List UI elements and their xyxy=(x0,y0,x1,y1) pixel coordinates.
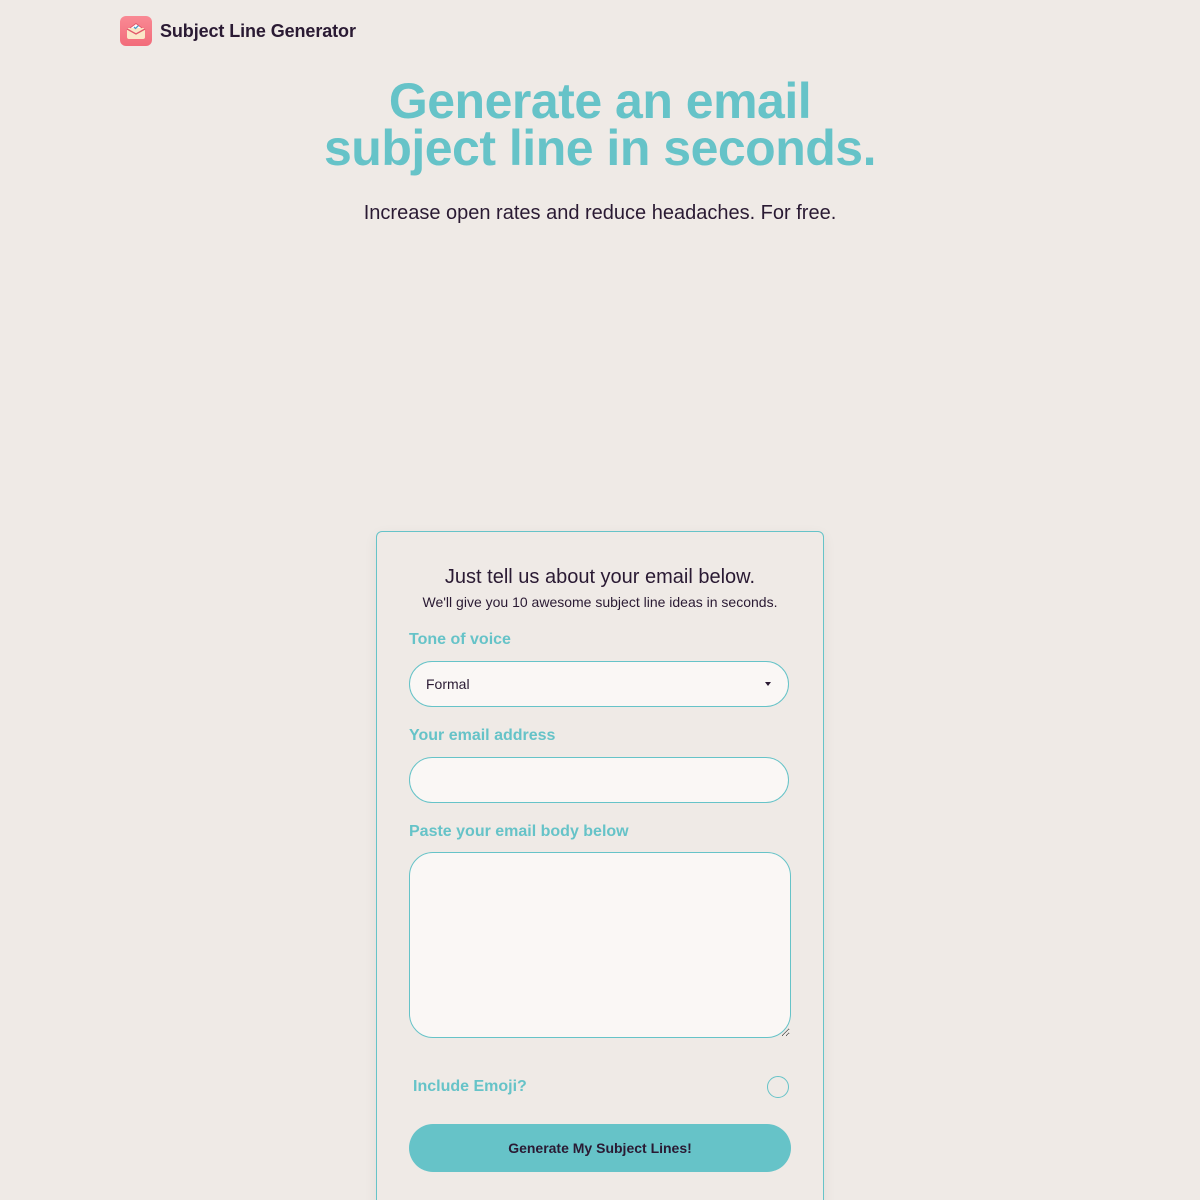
generate-subject-lines-button[interactable]: Generate My Subject Lines! xyxy=(409,1124,791,1172)
include-emoji-row: Include Emoji? xyxy=(413,1076,789,1098)
envelope-icon xyxy=(120,16,152,46)
email-address-label: Your email address xyxy=(409,727,556,744)
brand-name: Subject Line Generator xyxy=(160,20,356,41)
form-heading: Just tell us about your email below. xyxy=(444,566,756,588)
include-emoji-label: Include Emoji? xyxy=(413,1078,527,1095)
email-body-textarea[interactable] xyxy=(409,852,791,1038)
subject-line-form-card: Just tell us about your email below. We'… xyxy=(376,531,824,1200)
hero-subtitle: Increase open rates and reduce headaches… xyxy=(363,202,837,224)
hero-title-line-2: subject line in seconds. xyxy=(323,120,877,176)
hero-title: Generate an email subject line in second… xyxy=(0,73,1200,176)
page: Subject Line Generator Generate an email… xyxy=(0,0,1200,1200)
brand-home-link[interactable]: Subject Line Generator xyxy=(120,16,356,46)
caret-down-icon xyxy=(765,682,771,686)
tone-of-voice-label: Tone of voice xyxy=(409,631,511,648)
email-address-input[interactable] xyxy=(409,757,789,803)
tone-selected-value: Formal xyxy=(426,676,470,692)
hero-title-line-1: Generate an email xyxy=(388,73,812,129)
tone-of-voice-select[interactable]: Formal xyxy=(409,661,789,707)
form-subheading: We'll give you 10 awesome subject line i… xyxy=(422,594,778,610)
include-emoji-checkbox[interactable] xyxy=(767,1076,789,1098)
email-body-label: Paste your email body below xyxy=(409,823,629,840)
